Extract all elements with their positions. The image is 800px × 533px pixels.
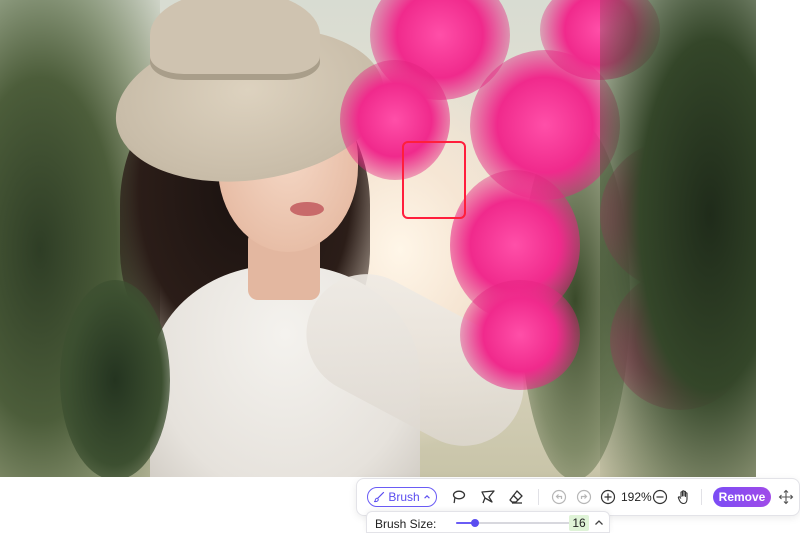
brush-size-panel: Brush Size: 16 xyxy=(366,511,610,533)
brush-tool-label: Brush xyxy=(388,490,420,504)
brush-selection-box[interactable] xyxy=(402,141,466,219)
bougainvillea-flower xyxy=(460,280,580,390)
brush-size-value[interactable]: 16 xyxy=(569,515,589,531)
zoom-in-icon xyxy=(600,489,616,505)
pan-tool-button[interactable] xyxy=(675,488,693,506)
chevron-up-icon[interactable] xyxy=(593,517,605,529)
toolbar-divider xyxy=(701,489,702,505)
brush-size-label: Brush Size: xyxy=(375,517,437,531)
redo-button[interactable] xyxy=(575,488,593,506)
toolbar-divider xyxy=(538,489,539,505)
brush-tool-button[interactable]: Brush xyxy=(367,487,437,507)
polygon-lasso-tool-button[interactable] xyxy=(479,488,497,506)
image-canvas[interactable] xyxy=(0,0,756,477)
move-icon xyxy=(778,489,794,505)
remove-button[interactable]: Remove xyxy=(713,487,771,507)
foreground-leaf xyxy=(60,280,170,477)
zoom-out-icon xyxy=(652,489,668,505)
paintbrush-icon xyxy=(374,491,385,503)
undo-icon xyxy=(551,489,567,505)
redo-icon xyxy=(576,489,592,505)
chevron-down-icon[interactable] xyxy=(423,493,431,501)
zoom-in-button[interactable] xyxy=(599,488,617,506)
undo-button[interactable] xyxy=(550,488,568,506)
brush-size-slider[interactable] xyxy=(456,519,572,527)
hand-icon xyxy=(677,490,688,505)
lips xyxy=(290,202,324,216)
eraser-tool-button[interactable] xyxy=(507,488,525,506)
eraser-icon xyxy=(509,490,523,504)
lasso-icon xyxy=(452,490,466,504)
zoom-out-button[interactable] xyxy=(651,488,669,506)
hat-crown xyxy=(150,0,320,80)
polygon-lasso-icon xyxy=(481,490,495,504)
lasso-tool-button[interactable] xyxy=(449,488,467,506)
zoom-level: 192% xyxy=(621,490,652,504)
canvas-margin xyxy=(756,0,800,477)
foreground-leaves-right xyxy=(600,0,756,477)
move-toolbar-handle[interactable] xyxy=(777,488,795,506)
slider-thumb[interactable] xyxy=(470,519,479,527)
